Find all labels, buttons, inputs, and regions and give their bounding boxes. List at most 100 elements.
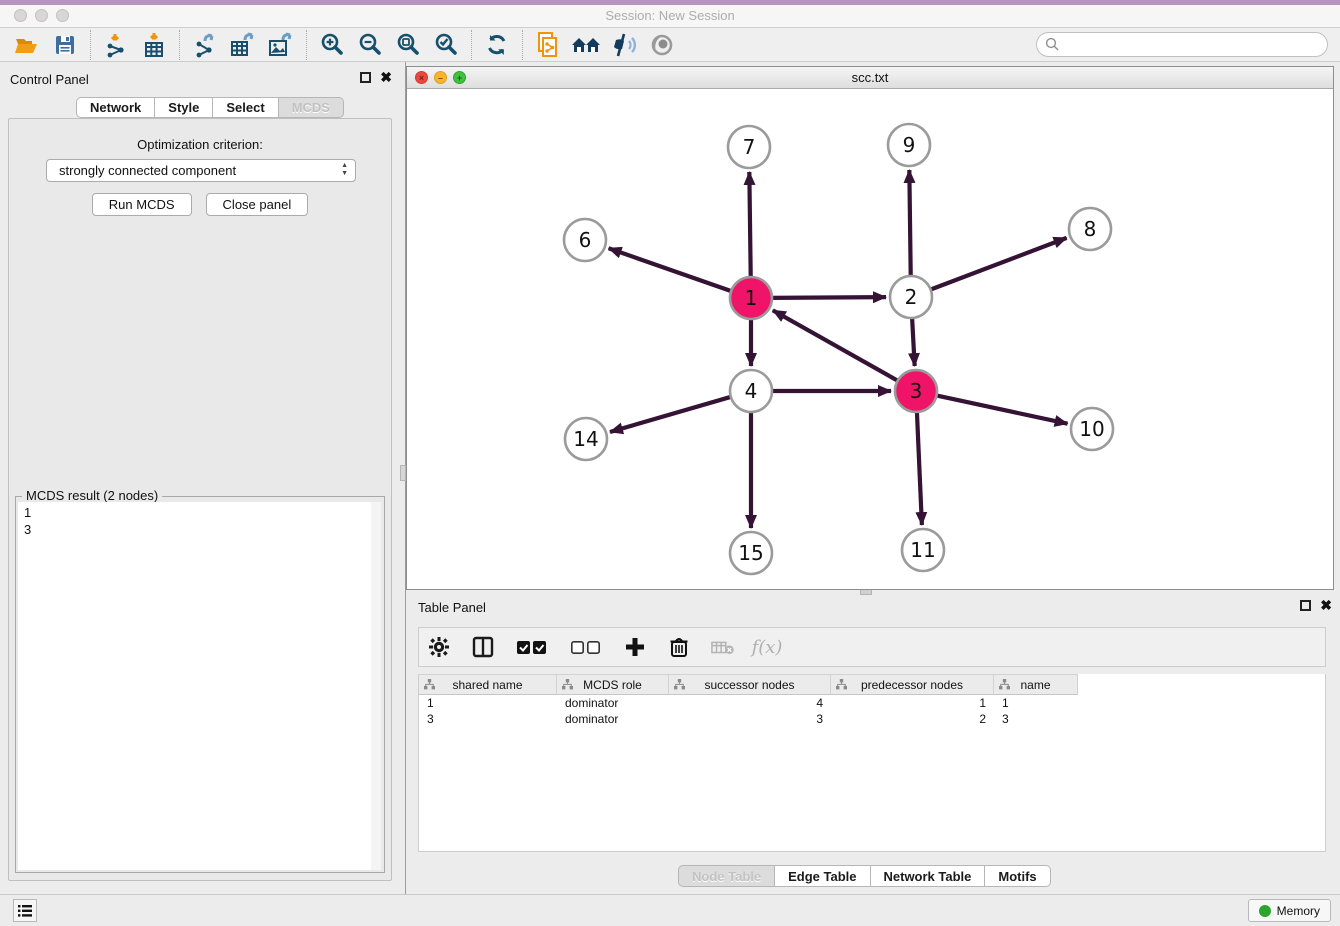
bird-eye-button[interactable]: [643, 30, 681, 60]
edge-1-2[interactable]: [770, 297, 886, 298]
cell-shared-name[interactable]: 3: [419, 711, 557, 727]
node-label-14: 14: [573, 427, 598, 451]
node-table[interactable]: shared nameMCDS rolesuccessor nodesprede…: [418, 674, 1326, 852]
save-session-button[interactable]: [46, 30, 84, 60]
network-view-window: × – + scc.txt 1234678910111415: [406, 66, 1334, 590]
node-label-9: 9: [903, 133, 916, 157]
network-window-titlebar[interactable]: × – + scc.txt: [407, 67, 1333, 89]
float-panel-icon[interactable]: [360, 72, 371, 83]
table-row[interactable]: 1dominator411: [419, 695, 1325, 711]
edge-2-8[interactable]: [929, 238, 1067, 290]
task-list-icon: [17, 904, 33, 918]
mcds-result-title: MCDS result (2 nodes): [22, 488, 162, 503]
column-header-MCDS-role[interactable]: MCDS role: [557, 674, 669, 695]
edge-2-9[interactable]: [909, 170, 910, 278]
float-table-panel-icon[interactable]: [1300, 600, 1311, 611]
main-toolbar: [0, 28, 1340, 62]
edge-2-3[interactable]: [912, 316, 915, 366]
import-network-button[interactable]: [97, 30, 135, 60]
edge-1-7[interactable]: [749, 172, 750, 279]
tab-network-table[interactable]: Network Table: [871, 865, 986, 887]
search-field[interactable]: [1036, 32, 1328, 57]
search-input[interactable]: [1065, 37, 1327, 52]
column-header-name[interactable]: name: [994, 674, 1078, 695]
cell-MCDS-role[interactable]: dominator: [557, 695, 669, 711]
cell-name[interactable]: 1: [994, 695, 1078, 711]
select-stepper-icon: ▲▼: [341, 162, 348, 178]
node-label-3: 3: [910, 379, 923, 403]
import-table-icon: [141, 32, 167, 58]
delete-column-button[interactable]: [667, 634, 691, 660]
split-view-button[interactable]: [471, 634, 495, 660]
node-label-1: 1: [745, 286, 758, 310]
tab-mcds[interactable]: MCDS: [279, 97, 344, 118]
open-file-icon: [14, 33, 40, 57]
refresh-button[interactable]: [478, 30, 516, 60]
cell-MCDS-role[interactable]: dominator: [557, 711, 669, 727]
mcds-result-text[interactable]: 1 3: [18, 502, 373, 870]
export-network-button[interactable]: [186, 30, 224, 60]
graphics-details-button[interactable]: [605, 30, 643, 60]
tab-select[interactable]: Select: [213, 97, 278, 118]
cell-successor-nodes[interactable]: 4: [669, 695, 831, 711]
add-column-button[interactable]: [623, 634, 647, 660]
open-file-button[interactable]: [8, 30, 46, 60]
cell-predecessor-nodes[interactable]: 1: [831, 695, 994, 711]
column-header-shared-name[interactable]: shared name: [419, 674, 557, 695]
tab-motifs[interactable]: Motifs: [985, 865, 1050, 887]
zoom-selected-button[interactable]: [427, 30, 465, 60]
zoom-in-button[interactable]: [313, 30, 351, 60]
edge-3-10[interactable]: [935, 395, 1068, 424]
node-label-10: 10: [1079, 417, 1104, 441]
column-header-successor-nodes[interactable]: successor nodes: [669, 674, 831, 695]
cell-successor-nodes[interactable]: 3: [669, 711, 831, 727]
table-body: 1dominator4113dominator323: [419, 695, 1325, 727]
column-header-predecessor-nodes[interactable]: predecessor nodes: [831, 674, 994, 695]
first-neighbors-button[interactable]: [567, 30, 605, 60]
close-panel-icon[interactable]: ✖: [380, 71, 392, 83]
task-history-button[interactable]: [13, 899, 37, 922]
export-image-icon: [267, 32, 295, 58]
cell-shared-name[interactable]: 1: [419, 695, 557, 711]
tab-edge-table[interactable]: Edge Table: [775, 865, 870, 887]
refresh-icon: [484, 32, 510, 58]
search-icon: [1045, 37, 1060, 52]
cell-predecessor-nodes[interactable]: 2: [831, 711, 994, 727]
gear-button[interactable]: [427, 634, 451, 660]
zoom-fit-icon: [395, 32, 421, 58]
select-all-button[interactable]: [515, 634, 549, 660]
edge-4-14[interactable]: [610, 396, 733, 432]
tab-network[interactable]: Network: [76, 97, 155, 118]
zoom-out-button[interactable]: [351, 30, 389, 60]
edge-3-11[interactable]: [917, 410, 922, 525]
criterion-select[interactable]: strongly connected component ▲▼: [46, 159, 356, 182]
import-table-button[interactable]: [135, 30, 173, 60]
tab-style[interactable]: Style: [155, 97, 213, 118]
edge-1-6[interactable]: [609, 248, 733, 291]
app-titlebar: Session: New Session: [0, 5, 1340, 28]
export-image-button[interactable]: [262, 30, 300, 60]
split-view-icon: [472, 636, 494, 658]
tab-node-table[interactable]: Node Table: [678, 865, 775, 887]
control-panel-tabs: NetworkStyleSelectMCDS: [76, 97, 344, 118]
node-label-2: 2: [905, 285, 918, 309]
edge-3-1[interactable]: [773, 310, 900, 381]
close-panel-button[interactable]: Close panel: [206, 193, 309, 216]
toolbar-separator: [471, 30, 472, 60]
zoom-fit-button[interactable]: [389, 30, 427, 60]
network-canvas[interactable]: 1234678910111415: [407, 89, 1333, 589]
export-table-button[interactable]: [224, 30, 262, 60]
function-button: f(x): [755, 634, 779, 660]
clone-network-button[interactable]: [529, 30, 567, 60]
table-panel-tabs: Node TableEdge TableNetwork TableMotifs: [678, 865, 1051, 887]
run-mcds-button[interactable]: Run MCDS: [92, 193, 192, 216]
first-neighbors-icon: [570, 33, 602, 57]
deselect-all-button[interactable]: [569, 634, 603, 660]
toolbar-separator: [522, 30, 523, 60]
result-scrollbar[interactable]: [371, 502, 381, 870]
cell-name[interactable]: 3: [994, 711, 1078, 727]
table-row[interactable]: 3dominator323: [419, 711, 1325, 727]
memory-button[interactable]: Memory: [1248, 899, 1331, 922]
close-table-panel-icon[interactable]: ✖: [1320, 599, 1332, 611]
import-network-icon: [103, 32, 129, 58]
